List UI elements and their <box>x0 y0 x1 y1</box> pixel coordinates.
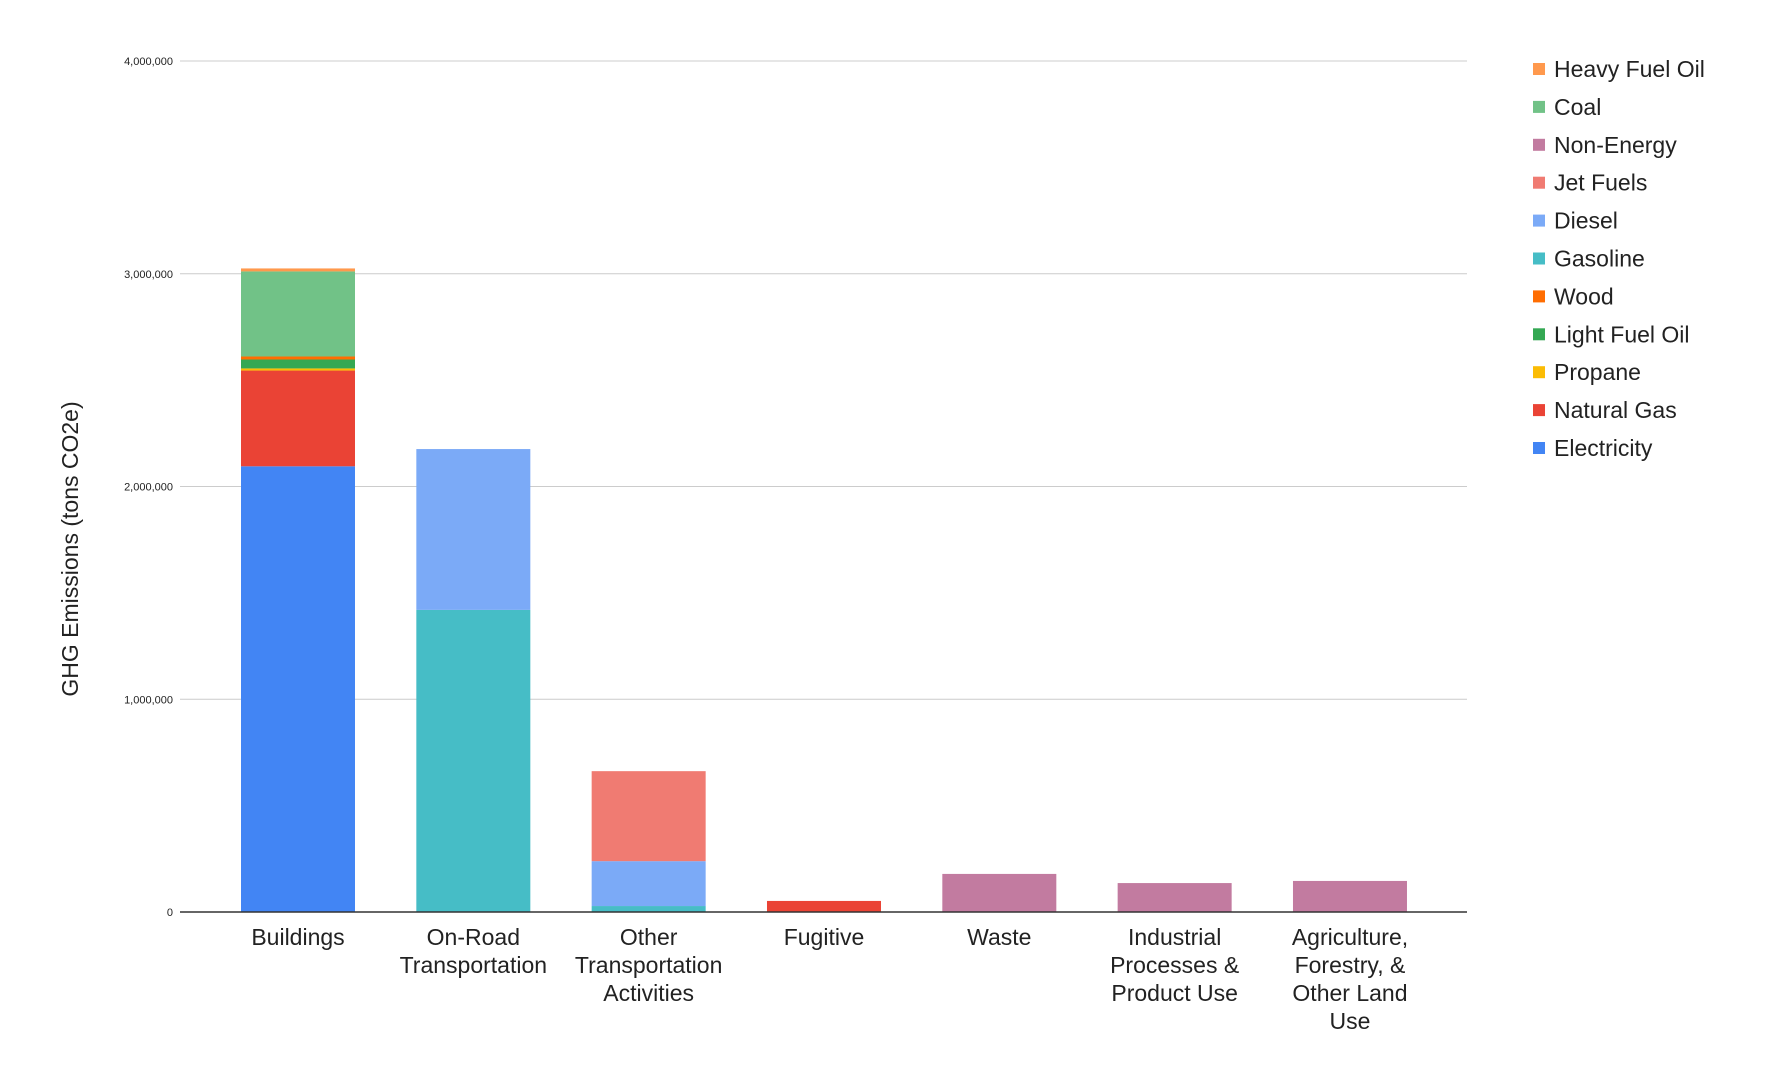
x-category-label: Other Transportation Activities <box>575 924 722 1006</box>
bar-segment-natural-gas <box>766 900 881 912</box>
bar-segment-gasoline <box>591 906 706 912</box>
y-tick-label: 1,000,000 <box>124 694 173 706</box>
y-tick-label: 0 <box>167 907 173 919</box>
bar-segment-light-fuel-oil <box>241 359 355 369</box>
bar-segment-natural-gas <box>241 370 355 467</box>
x-category-label-line: Waste <box>967 924 1031 950</box>
bar-segment-non-energy <box>1117 883 1232 912</box>
legend-swatch <box>1533 176 1545 189</box>
bar-segment-non-energy <box>942 873 1057 912</box>
y-tick-label: 3,000,000 <box>124 269 173 281</box>
legend-label: Propane <box>1554 359 1641 385</box>
x-category-label-line: Buildings <box>251 924 344 950</box>
legend-swatch <box>1533 100 1545 113</box>
legend-label: Wood <box>1554 283 1614 309</box>
legend-item: Natural Gas <box>1533 397 1677 423</box>
legend-swatch <box>1533 290 1545 303</box>
legend-label: Natural Gas <box>1554 397 1677 423</box>
y-axis-ticks: 0 1,000,000 2,000,000 3,000,000 4,000,000 <box>124 56 173 919</box>
legend-swatch <box>1533 63 1545 75</box>
bar-segment-propane <box>241 368 355 371</box>
legend-label: Gasoline <box>1554 246 1645 272</box>
x-category-label: Buildings <box>251 924 344 950</box>
x-category-label: On-Road Transportation <box>400 924 547 978</box>
legend-item: Non-Energy <box>1533 132 1677 158</box>
legend-label: Electricity <box>1554 435 1653 461</box>
legend-swatch <box>1533 328 1545 341</box>
x-axis-labels: Buildings On-Road TransportationOther Trans… <box>251 924 1408 1034</box>
legend-label: Jet Fuels <box>1554 170 1647 196</box>
x-category-label-line: Activities <box>603 980 694 1006</box>
x-category-label-line: Agriculture, <box>1292 924 1408 950</box>
legend-item: Wood <box>1533 283 1614 309</box>
y-tick-label: 4,000,000 <box>124 56 173 68</box>
legend-item: Jet Fuels <box>1533 170 1647 196</box>
x-category-label: Fugitive <box>784 924 865 950</box>
bars <box>241 268 1407 912</box>
stacked-bar-chart: 0 1,000,000 2,000,000 3,000,000 4,000,000 Bu… <box>57 56 1705 1034</box>
legend-swatch <box>1533 404 1545 417</box>
x-category-label-line: Use <box>1330 1008 1371 1034</box>
bar-segment-heavy-fuel-oil <box>241 268 355 272</box>
x-category-label-line: On-Road <box>427 924 520 950</box>
legend-label: Heavy Fuel Oil <box>1554 56 1705 82</box>
legend-swatch <box>1533 252 1545 265</box>
legend-item: Electricity <box>1533 435 1653 461</box>
bar-segment-wood <box>241 356 355 360</box>
legend-label: Light Fuel Oil <box>1554 321 1690 347</box>
y-tick-label: 2,000,000 <box>124 482 173 494</box>
legend-swatch <box>1533 214 1545 227</box>
x-category-label: Agriculture, Forestry, & Other Land Use <box>1292 924 1408 1034</box>
legend-label: Non-Energy <box>1554 132 1677 158</box>
x-category-label-line: Fugitive <box>784 924 865 950</box>
y-axis-title: GHG Emissions (tons CO2e) <box>57 401 83 696</box>
legend-item: Light Fuel Oil <box>1533 321 1690 347</box>
legend-swatch <box>1533 366 1545 379</box>
bar-segment-gasoline <box>416 609 531 912</box>
x-category-label-line: Processes & <box>1110 952 1239 978</box>
legend-item: Coal <box>1533 94 1601 120</box>
bar-segment-diesel <box>591 861 706 907</box>
x-category-label-line: Other Land <box>1292 980 1407 1006</box>
legend-label: Diesel <box>1554 208 1618 234</box>
legend-swatch <box>1533 138 1545 151</box>
legend-item: Diesel <box>1533 208 1618 234</box>
legend: Heavy Fuel Oil Coal Non-Energy Jet Fuels Die… <box>1533 56 1705 461</box>
legend-item: Heavy Fuel Oil <box>1533 56 1705 82</box>
legend-item: Propane <box>1533 359 1641 385</box>
x-category-label-line: Transportation <box>575 952 722 978</box>
bar-segment-coal <box>241 271 355 357</box>
legend-item: Gasoline <box>1533 246 1645 272</box>
bar-segment-non-energy <box>1292 880 1407 912</box>
bar-segment-electricity <box>241 466 355 912</box>
bar-segment-jet-fuels <box>591 771 706 862</box>
x-category-label-line: Industrial <box>1128 924 1221 950</box>
bar-segment-diesel <box>416 449 531 610</box>
legend-label: Coal <box>1554 94 1601 120</box>
legend-swatch <box>1533 442 1545 454</box>
x-category-label-line: Product Use <box>1111 980 1238 1006</box>
x-category-label-line: Transportation <box>400 952 547 978</box>
x-category-label: Waste <box>967 924 1031 950</box>
x-category-label: Industrial Processes & Product Use <box>1110 924 1239 1006</box>
x-category-label-line: Forestry, & <box>1295 952 1406 978</box>
gridlines <box>180 60 1467 700</box>
x-category-label-line: Other <box>620 924 678 950</box>
